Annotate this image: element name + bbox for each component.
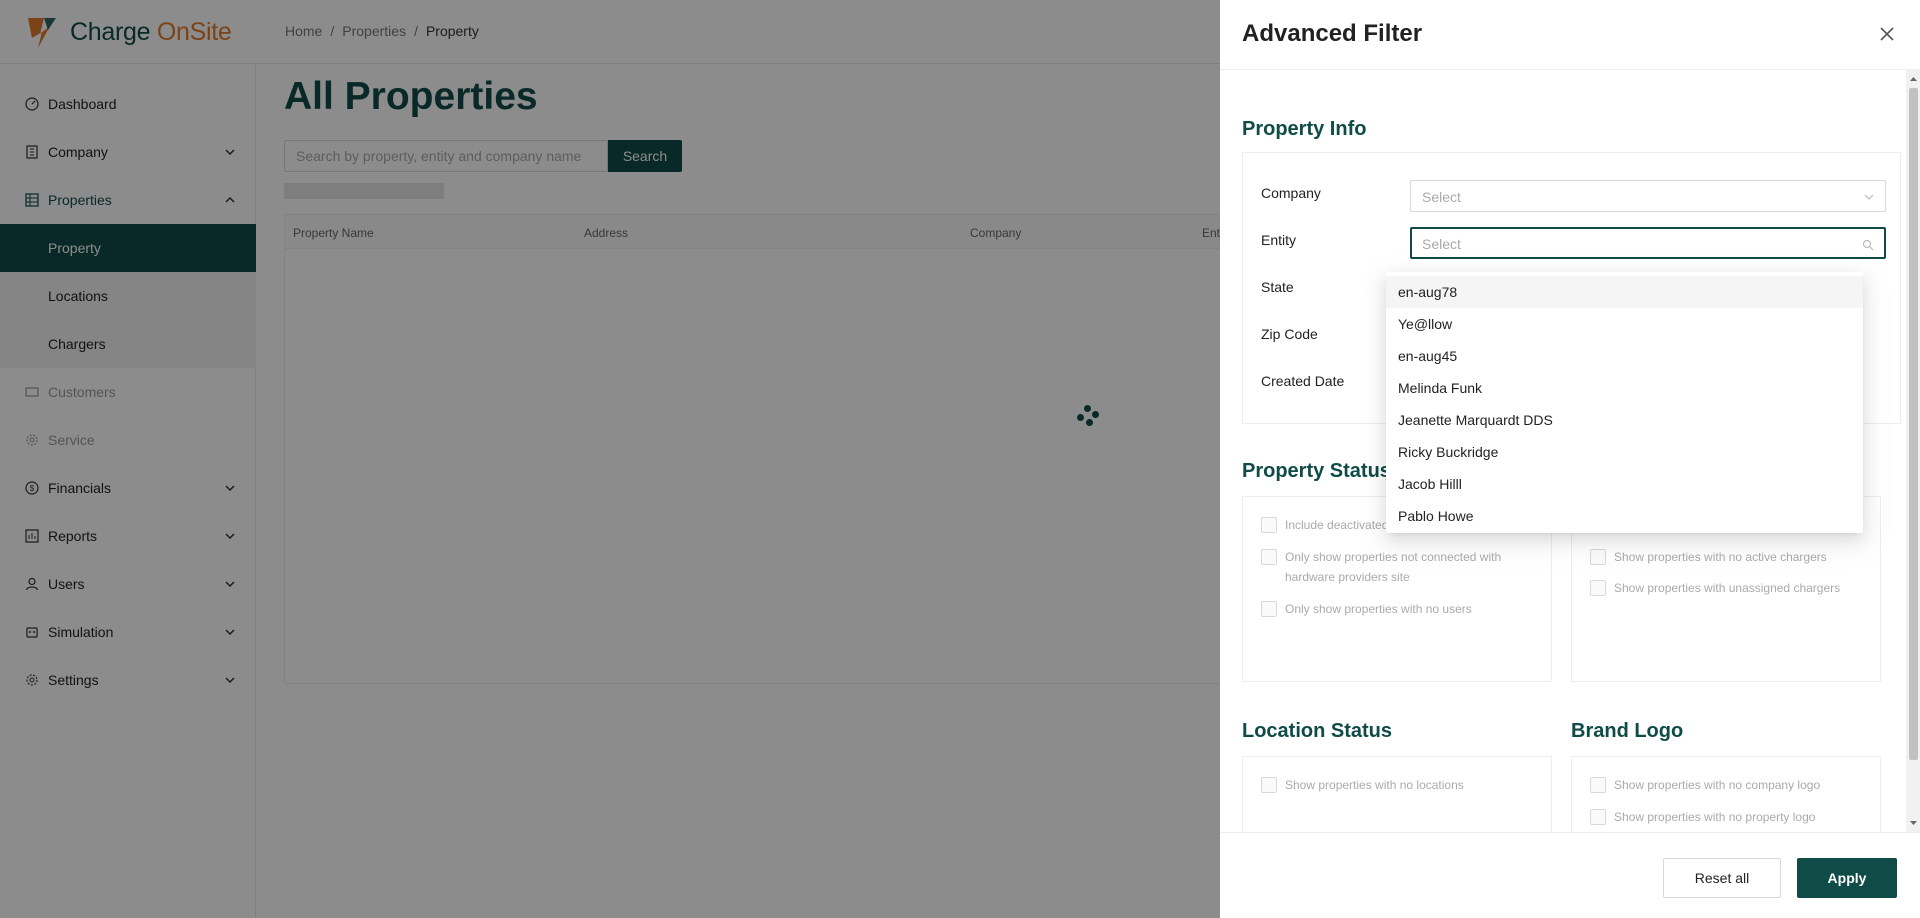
checkbox[interactable] [1590,777,1606,793]
checkbox-no-active-chargers[interactable]: Show properties with no active chargers [1590,547,1880,567]
dropdown-option[interactable]: Pablo Howe [1386,500,1863,532]
drawer-footer: Reset all Apply [1220,832,1920,918]
checkbox-label: Only show properties with no users [1285,602,1472,616]
checkbox-label: Show properties with no company logo [1614,778,1821,792]
entity-select[interactable]: Select [1410,227,1886,259]
entity-label: Entity [1261,232,1297,248]
close-icon[interactable] [1877,24,1897,44]
checkbox-no-users[interactable]: Only show properties with no users [1261,599,1541,619]
dropdown-option[interactable]: Jeanette Marquardt DDS [1386,404,1863,436]
chevron-down-icon [1864,194,1874,200]
drawer-header: Advanced Filter [1220,0,1920,70]
brand-logo-title: Brand Logo [1571,720,1684,742]
search-icon [1862,239,1874,251]
scroll-thumb[interactable] [1909,88,1918,760]
apply-button[interactable]: Apply [1797,858,1897,898]
checkbox[interactable] [1261,517,1277,533]
dropdown-option[interactable]: Melinda Funk [1386,372,1863,404]
checkbox-label: Show properties with unassigned chargers [1614,581,1841,595]
dropdown-option[interactable]: Jacob Hilll [1386,468,1863,500]
company-select[interactable]: Select [1410,180,1886,212]
property-info-title: Property Info [1242,118,1367,140]
checkbox[interactable] [1261,777,1277,793]
select-placeholder: Select [1422,236,1461,252]
location-status-title: Location Status [1242,720,1393,742]
checkbox-unassigned-chargers[interactable]: Show properties with unassigned chargers [1590,578,1880,598]
dropdown-option[interactable]: Ricky Buckridge [1386,436,1863,468]
checkbox-label: Only show properties not connected with … [1285,550,1502,584]
dropdown-option[interactable]: Ye@llow [1386,308,1863,340]
created-date-label: Created Date [1261,373,1345,389]
dropdown-option[interactable]: en-aug45 [1386,340,1863,372]
zip-code-label: Zip Code [1261,326,1318,342]
drawer-title: Advanced Filter [1242,20,1423,47]
reset-all-button[interactable]: Reset all [1663,858,1781,898]
scroll-down-icon[interactable] [1909,819,1918,827]
checkbox-label: Include deactivated [1285,518,1389,532]
dropdown-option[interactable]: en-aug78 [1386,276,1863,308]
checkbox-label: Show properties with no locations [1285,778,1464,792]
checkbox-not-connected-hardware[interactable]: Only show properties not connected with … [1261,547,1531,587]
checkbox[interactable] [1590,809,1606,825]
location-status-card: Show properties with no locations [1242,756,1552,832]
checkbox-no-company-logo[interactable]: Show properties with no company logo [1590,775,1880,795]
property-status-title: Property Status [1242,460,1391,482]
checkbox[interactable] [1590,580,1606,596]
state-label: State [1261,279,1294,295]
checkbox[interactable] [1261,549,1277,565]
checkbox-label: Show properties with no active chargers [1614,550,1827,564]
drawer-scrollbar[interactable] [1906,70,1920,832]
company-label: Company [1261,185,1321,201]
entity-dropdown: en-aug78 Ye@llow en-aug45 Melinda Funk J… [1386,272,1863,533]
select-placeholder: Select [1422,189,1461,205]
checkbox-label: Show properties with no property logo [1614,810,1816,824]
checkbox[interactable] [1261,601,1277,617]
scroll-up-icon[interactable] [1909,75,1918,83]
checkbox-no-locations[interactable]: Show properties with no locations [1261,775,1541,795]
checkbox[interactable] [1590,549,1606,565]
brand-logo-card: Show properties with no company logo Sho… [1571,756,1881,832]
checkbox-no-property-logo[interactable]: Show properties with no property logo [1590,807,1880,827]
